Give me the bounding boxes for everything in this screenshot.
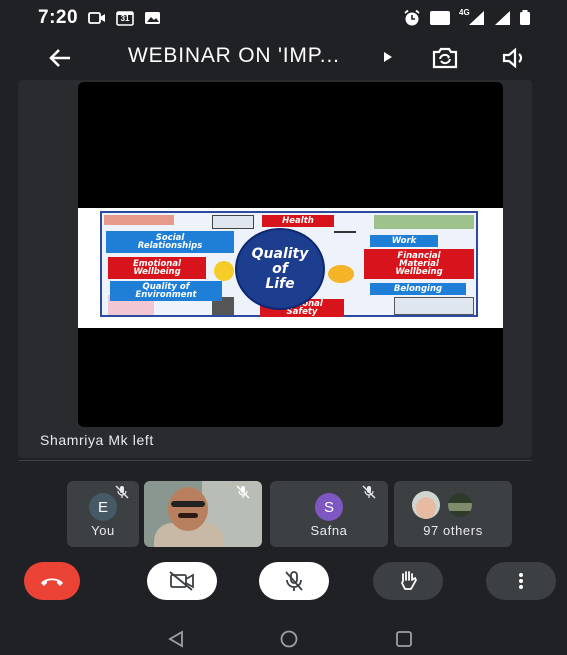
tag-work-text: Work	[391, 236, 417, 246]
participant-tile-video[interactable]	[144, 481, 262, 547]
volte-icon	[429, 10, 451, 26]
tag-health-text: Health	[282, 216, 314, 226]
calendar-day: 31	[120, 14, 130, 23]
switch-camera-icon[interactable]	[428, 42, 462, 74]
alarm-icon	[403, 9, 421, 27]
expand-arrow-icon[interactable]	[383, 50, 393, 68]
system-nav-bar	[0, 622, 567, 655]
participant-tile-you[interactable]: E You	[67, 481, 139, 547]
others-avatar-2	[446, 491, 474, 519]
slide-doodle	[334, 221, 356, 233]
gallery-icon	[144, 11, 161, 25]
camera-off-icon	[169, 571, 194, 591]
more-options-button[interactable]	[486, 562, 556, 600]
network-icon: 4G	[459, 8, 485, 26]
speaker-icon[interactable]	[498, 42, 532, 74]
mic-off-icon	[285, 571, 303, 591]
divider	[18, 460, 532, 461]
slide-doodle	[104, 215, 174, 225]
end-call-button[interactable]	[24, 562, 80, 600]
signal-icon	[493, 10, 511, 26]
nav-recents-icon[interactable]	[393, 628, 415, 650]
emoji-sad	[214, 261, 234, 281]
app-bar: WEBINAR ON 'IMP...	[0, 36, 567, 80]
mic-off-icon	[236, 485, 250, 499]
mic-off-icon	[362, 485, 376, 499]
battery-icon	[519, 10, 531, 26]
others-avatar-2-band	[448, 503, 472, 511]
nav-home-icon[interactable]	[278, 628, 300, 650]
slide-doodle	[394, 297, 474, 315]
video-person-head	[168, 487, 208, 531]
tag-emotional-line2: Wellbeing	[133, 267, 181, 277]
calendar-icon: 31	[116, 10, 134, 26]
quality-of-life-circle: Quality of Life	[235, 228, 325, 310]
raise-hand-icon	[401, 571, 417, 590]
tag-social-relationships: Social Relationships	[106, 231, 234, 253]
tag-belonging-text: Belonging	[393, 284, 443, 294]
screen-record-icon	[88, 11, 106, 25]
tag-work: Work	[370, 235, 438, 247]
participant-tile-others[interactable]: 97 others	[394, 481, 512, 547]
slide-doodle	[212, 215, 254, 229]
status-right: 4G	[403, 8, 531, 27]
tag-belonging: Belonging	[370, 283, 466, 295]
tag-quality-of-environment: Quality of Environment	[110, 281, 222, 301]
video-person-mustache	[178, 513, 198, 518]
meeting-title[interactable]: WEBINAR ON 'IMP...	[128, 44, 340, 68]
mic-off-icon	[115, 485, 129, 499]
presentation-slide: Health Social Relationships Work Emotion…	[78, 208, 503, 328]
others-avatar-1	[412, 491, 440, 519]
others-avatar-1-face	[416, 497, 436, 519]
participant-tile-safna[interactable]: S Safna	[270, 481, 388, 547]
tag-social-line2: Relationships	[137, 241, 203, 251]
status-left: 7:20 31	[38, 7, 161, 29]
tag-environment-line2: Environment	[135, 290, 197, 300]
status-time: 7:20	[38, 7, 79, 28]
participant-label-others: 97 others	[423, 523, 483, 538]
slide-doodle	[374, 215, 474, 229]
video-person-glasses	[171, 501, 205, 507]
avatar-safna: S	[315, 493, 343, 521]
center-line1: Quality	[251, 245, 309, 262]
status-bar: 7:20 31 4G	[0, 0, 567, 36]
more-vert-icon	[519, 573, 523, 589]
nav-back-icon[interactable]	[165, 628, 187, 650]
mic-toggle-button[interactable]	[259, 562, 329, 600]
tag-financial-line3: Wellbeing	[395, 267, 443, 277]
call-controls	[0, 562, 567, 602]
participant-label-safna: Safna	[310, 523, 348, 538]
network-label: 4G	[459, 8, 470, 17]
back-arrow-icon[interactable]	[44, 42, 76, 74]
tag-financial-wellbeing: Financial Material Wellbeing	[364, 249, 474, 279]
avatar-initial: S	[323, 498, 334, 516]
participant-strip: E You S Safna 97 others	[0, 481, 567, 547]
tag-health: Health	[262, 215, 334, 227]
participant-left-notice: Shamriya Mk left	[40, 432, 154, 448]
presentation-video[interactable]: Health Social Relationships Work Emotion…	[78, 82, 503, 427]
raise-hand-button[interactable]	[373, 562, 443, 600]
avatar-initial: E	[97, 498, 108, 516]
participant-label-you: You	[91, 523, 115, 538]
quality-of-life-diagram: Health Social Relationships Work Emotion…	[100, 211, 478, 317]
avatar-you: E	[89, 493, 117, 521]
center-line2: of	[272, 260, 288, 277]
tag-safety-line2: Safety	[286, 307, 318, 317]
camera-toggle-button[interactable]	[147, 562, 217, 600]
tag-emotional-wellbeing: Emotional Wellbeing	[108, 257, 206, 279]
end-call-icon	[41, 578, 63, 586]
emoji-thumbs-up	[328, 265, 354, 283]
center-line3: Life	[265, 275, 295, 292]
